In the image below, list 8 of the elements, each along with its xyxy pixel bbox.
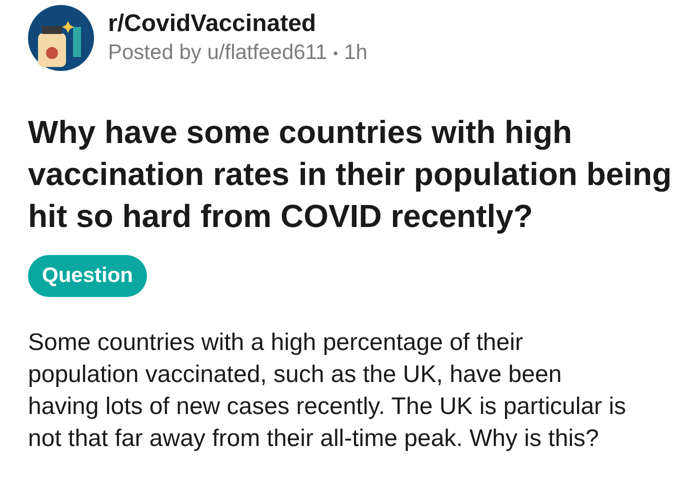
post-author: Posted by u/flatfeed611 [108, 40, 328, 66]
flair-tag: Question [28, 255, 148, 297]
subreddit-name[interactable]: r/CovidVaccinated [108, 9, 368, 39]
community-avatar-icon[interactable] [28, 5, 94, 71]
post-age: 1h [344, 40, 368, 66]
separator-dot: • [333, 44, 338, 63]
post-title: Why have some countries with high vaccination rates in their population being hit so hard from COVID recently? [28, 113, 673, 236]
post-body: Some countries with a high percentage of their population vaccinated, such as the UK, have been having lots of new cases recently. The UK is particular is not that far away from their all-time peak. Why is this? [28, 328, 628, 454]
